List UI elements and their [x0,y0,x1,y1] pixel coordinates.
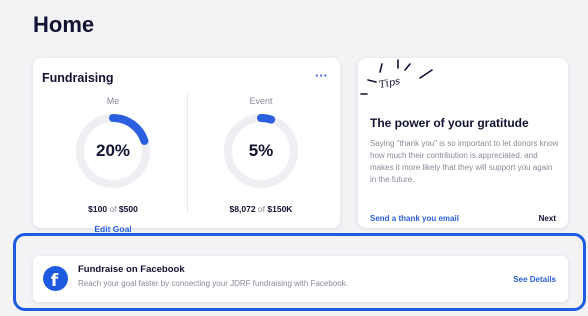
column-divider [187,94,188,214]
tips-heading: The power of your gratitude [370,116,529,130]
event-goal: $150K [267,204,293,214]
tips-body: Saying "thank you" is so important to le… [370,139,559,184]
facebook-title: Fundraise on Facebook [78,264,185,275]
more-options-button[interactable]: ··· [315,68,328,83]
facebook-icon: f [43,266,68,291]
facebook-fundraise-card[interactable]: f Fundraise on Facebook Reach your goal … [33,256,568,302]
me-progress-column: Me 20% $100 of $500 Edit Goal [43,96,183,237]
event-label: Event [249,96,273,106]
me-raised: $100 [88,204,108,214]
send-thank-you-link[interactable]: Send a thank you email [370,214,459,223]
see-details-link[interactable]: See Details [513,275,556,284]
me-goal: $500 [118,204,138,214]
event-percent: 5% [248,141,274,160]
facebook-description: Reach your goal faster by connecting you… [78,279,348,288]
me-of: of [109,204,117,214]
me-label: Me [106,96,120,106]
tips-card: Tips The power of your gratitude Saying … [358,58,568,228]
fundraising-title: Fundraising [42,71,114,85]
me-amounts: $100 of $500 [43,204,183,214]
event-raised: $8,072 [229,204,256,214]
event-progress-column: Event 5% $8,072 of $150K [191,96,331,214]
next-tip-button[interactable]: Next [539,214,556,223]
fundraising-card: Fundraising ··· Me 20% $100 of $500 Edit… [33,58,340,234]
event-progress-ring: 5% [222,112,300,190]
me-progress-ring: 20% [74,112,152,190]
event-of: of [257,204,266,214]
event-amounts: $8,072 of $150K [191,204,331,214]
page-title: Home [33,12,95,37]
me-percent: 20% [95,141,131,160]
